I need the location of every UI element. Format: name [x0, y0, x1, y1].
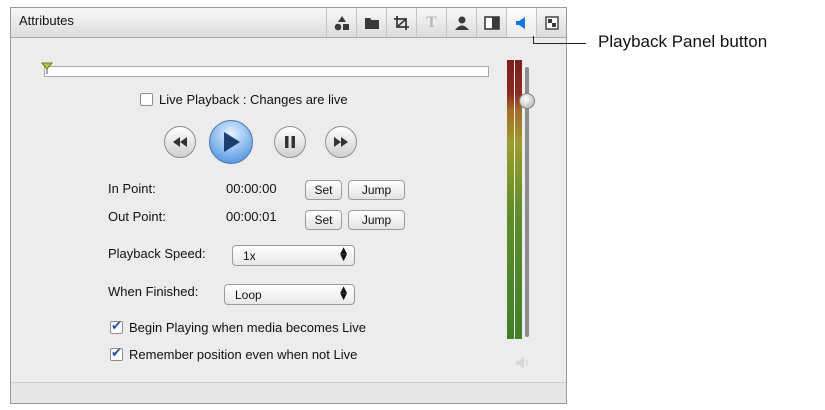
- remember-position-checkbox[interactable]: [110, 346, 123, 361]
- tab-split[interactable]: [476, 8, 506, 37]
- begin-playing-label: Begin Playing when media becomes Live: [129, 320, 367, 335]
- tab-text[interactable]: T: [416, 8, 446, 37]
- out-point-set-button[interactable]: Set: [305, 210, 342, 230]
- out-point-jump-button[interactable]: Jump: [348, 210, 405, 230]
- when-finished-label: When Finished:: [108, 284, 199, 299]
- out-point-label: Out Point:: [108, 209, 166, 224]
- tab-crop[interactable]: [386, 8, 416, 37]
- when-finished-select[interactable]: Loop ▲ ▼: [224, 284, 355, 305]
- in-point-jump-button[interactable]: Jump: [348, 180, 405, 200]
- level-meter-left: [507, 60, 514, 339]
- pause-icon: [285, 136, 295, 148]
- remember-position-row[interactable]: Remember position even when not Live: [110, 346, 358, 362]
- rewind-icon: [173, 137, 187, 147]
- remember-position-label: Remember position even when not Live: [129, 347, 358, 362]
- panel-title: Attributes: [19, 13, 74, 28]
- volume-slider-knob[interactable]: [519, 93, 535, 109]
- live-playback-label: Live Playback : Changes are live: [159, 92, 348, 107]
- tab-shapes[interactable]: [326, 8, 356, 37]
- updown-arrows-icon: ▲ ▼: [340, 246, 347, 263]
- panel-footer: [11, 383, 566, 403]
- play-button[interactable]: [209, 120, 253, 164]
- live-playback-row[interactable]: Live Playback : Changes are live: [140, 92, 348, 107]
- crop-icon: [393, 15, 409, 30]
- callout-line-horizontal: [533, 43, 586, 44]
- attributes-panel: Attributes T Live Playback: Changes are…: [10, 7, 567, 404]
- tab-checker[interactable]: [536, 8, 566, 37]
- play-icon: [224, 132, 240, 152]
- playback-speed-value: 1x: [243, 249, 256, 263]
- pause-button[interactable]: [274, 126, 306, 158]
- begin-playing-checkbox[interactable]: [110, 319, 123, 334]
- panel-titlebar: Attributes T: [11, 8, 566, 38]
- live-playback-checkbox[interactable]: [140, 93, 153, 106]
- shapes-icon: [334, 15, 349, 30]
- person-icon: [454, 16, 469, 30]
- fast-forward-button[interactable]: [325, 126, 357, 158]
- tab-playback[interactable]: [506, 8, 536, 37]
- tab-folder[interactable]: [356, 8, 386, 37]
- playback-panel: Live Playback : Changes are live In Poin…: [11, 38, 566, 383]
- in-point-value: 00:00:00: [226, 181, 277, 196]
- text-icon: T: [426, 13, 437, 31]
- in-point-set-button[interactable]: Set: [305, 180, 342, 200]
- timeline-scrubber[interactable]: [44, 66, 489, 77]
- out-point-value: 00:00:01: [226, 209, 277, 224]
- playhead-marker-icon[interactable]: [41, 62, 53, 74]
- panel-tab-bar: T: [326, 8, 566, 37]
- callout-label: Playback Panel button: [598, 32, 768, 51]
- in-point-label: In Point:: [108, 181, 156, 196]
- updown-arrows-icon: ▲ ▼: [340, 285, 347, 302]
- speaker-icon: [515, 16, 525, 29]
- rewind-button[interactable]: [164, 126, 196, 158]
- playback-speed-select[interactable]: 1x ▲ ▼: [232, 245, 355, 266]
- fast-forward-icon: [334, 137, 348, 147]
- when-finished-value: Loop: [235, 288, 262, 302]
- split-panel-icon: [483, 15, 500, 30]
- speaker-volume-icon: [516, 357, 529, 369]
- playback-speed-label: Playback Speed:: [108, 246, 206, 261]
- begin-playing-row[interactable]: Begin Playing when media becomes Live: [110, 319, 367, 335]
- folder-icon: [364, 17, 379, 29]
- tab-person[interactable]: [446, 8, 476, 37]
- checker-icon: [544, 15, 559, 30]
